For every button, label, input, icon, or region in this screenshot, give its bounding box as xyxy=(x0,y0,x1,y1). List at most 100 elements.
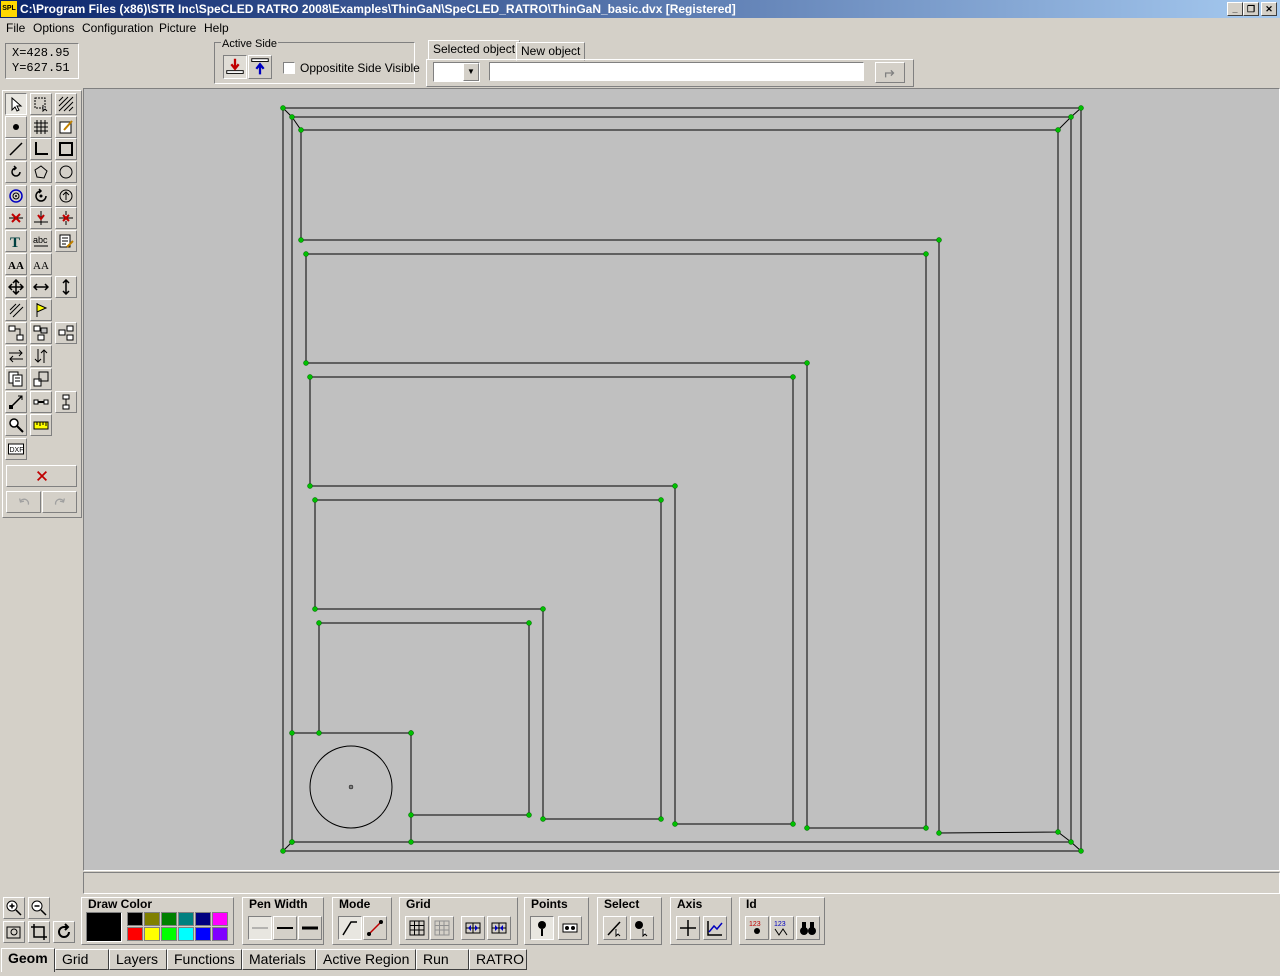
vertex-point[interactable] xyxy=(307,374,313,380)
mode-edit-button[interactable] xyxy=(363,916,387,940)
vertex-point[interactable] xyxy=(658,497,664,503)
vertex-point[interactable] xyxy=(1055,829,1061,835)
vertex-point[interactable] xyxy=(316,620,322,626)
tool-spiral-button[interactable] xyxy=(5,185,27,207)
vertex-point[interactable] xyxy=(923,251,929,257)
zoom-window-button[interactable] xyxy=(28,921,50,943)
vertex-point[interactable] xyxy=(804,825,810,831)
vertex-point[interactable] xyxy=(672,821,678,827)
tool-circle-button[interactable] xyxy=(55,161,77,183)
tool-move-h-button[interactable] xyxy=(30,276,52,298)
select-point-button[interactable] xyxy=(630,916,654,940)
vertex-point[interactable] xyxy=(923,825,929,831)
tab-functions[interactable]: Functions xyxy=(167,949,242,970)
vertex-point[interactable] xyxy=(298,127,304,133)
tab-run[interactable]: Run xyxy=(416,949,469,970)
tool-flip-v-button[interactable] xyxy=(30,345,52,367)
tool-rotate-button[interactable] xyxy=(5,161,27,183)
vertex-point[interactable] xyxy=(408,839,414,845)
vertex-point[interactable] xyxy=(1055,127,1061,133)
color-swatch[interactable] xyxy=(161,927,177,941)
restore-button[interactable]: ❐ xyxy=(1243,2,1259,16)
tool-layer3-button[interactable] xyxy=(55,322,77,344)
vertex-point[interactable] xyxy=(298,237,304,243)
mode-draw-button[interactable] xyxy=(338,916,362,940)
find-button[interactable] xyxy=(796,916,820,940)
tool-move-button[interactable] xyxy=(5,276,27,298)
close-button[interactable]: ✕ xyxy=(1261,2,1277,16)
vertex-point[interactable] xyxy=(526,620,532,626)
tool-edit-button[interactable] xyxy=(55,116,77,138)
vertex-point[interactable] xyxy=(526,812,532,818)
tool-split-button[interactable] xyxy=(30,207,52,229)
grid-show-button[interactable] xyxy=(405,916,429,940)
tool-text-button[interactable]: T xyxy=(5,230,27,252)
vertex-point[interactable] xyxy=(289,839,295,845)
tool-move-v-button[interactable] xyxy=(55,276,77,298)
color-swatch[interactable] xyxy=(195,927,211,941)
circle-center-point[interactable] xyxy=(348,784,354,790)
vertex-point[interactable] xyxy=(280,105,286,111)
menu-file[interactable]: File xyxy=(6,21,25,35)
tool-grid-button[interactable] xyxy=(30,116,52,138)
color-swatch[interactable] xyxy=(195,912,211,926)
tool-dxf-button[interactable]: DXF xyxy=(5,438,27,460)
grid-expand-button[interactable] xyxy=(461,916,485,940)
drawing-canvas[interactable] xyxy=(83,88,1280,871)
tool-rotate2-button[interactable] xyxy=(30,185,52,207)
region-outline[interactable] xyxy=(300,129,1059,834)
vertex-point[interactable] xyxy=(1068,839,1074,845)
tool-flag-button[interactable] xyxy=(30,299,52,321)
tool-scale-button[interactable] xyxy=(30,368,52,390)
axis-cross-button[interactable] xyxy=(676,916,700,940)
vertex-point[interactable] xyxy=(1068,114,1074,120)
points-merge-button[interactable] xyxy=(558,916,582,940)
color-swatch[interactable] xyxy=(144,927,160,941)
tool-layer-button[interactable] xyxy=(5,322,27,344)
vertex-point[interactable] xyxy=(316,730,322,736)
color-swatch[interactable] xyxy=(178,912,194,926)
tool-cross-button[interactable] xyxy=(5,207,27,229)
region-outline[interactable] xyxy=(309,376,794,825)
grid-fine-button[interactable] xyxy=(430,916,454,940)
color-swatch[interactable] xyxy=(161,912,177,926)
tool-polygon-button[interactable] xyxy=(30,161,52,183)
tab-active-region[interactable]: Active Region xyxy=(316,949,416,970)
opposite-side-checkbox[interactable] xyxy=(283,62,295,74)
select-line-button[interactable] xyxy=(603,916,627,940)
vertex-point[interactable] xyxy=(312,497,318,503)
vertex-point[interactable] xyxy=(790,374,796,380)
geometry-drawing[interactable] xyxy=(84,89,1279,870)
tool-copy-button[interactable] xyxy=(5,368,27,390)
color-swatch[interactable] xyxy=(178,927,194,941)
region-outline[interactable] xyxy=(305,253,927,829)
redo-button[interactable] xyxy=(42,491,77,513)
current-color-swatch[interactable] xyxy=(86,912,122,942)
tab-geom[interactable]: Geom xyxy=(1,948,55,972)
menu-options[interactable]: Options xyxy=(33,21,74,35)
tool-ruler-button[interactable] xyxy=(30,414,52,436)
vertex-point[interactable] xyxy=(658,816,664,822)
tool-delete-button[interactable] xyxy=(55,207,77,229)
id-lines-button[interactable]: 123 xyxy=(770,916,794,940)
menu-configuration[interactable]: Configuration xyxy=(82,21,153,35)
tab-selected-object[interactable]: Selected object xyxy=(428,40,521,60)
tool-tree-button[interactable] xyxy=(55,391,77,413)
vertex-point[interactable] xyxy=(307,483,313,489)
vertex-point[interactable] xyxy=(312,606,318,612)
undo-button[interactable] xyxy=(6,491,41,513)
grid-shrink-button[interactable] xyxy=(487,916,511,940)
axis-graph-button[interactable] xyxy=(703,916,727,940)
active-side-up-button[interactable] xyxy=(248,55,272,79)
vertex-point[interactable] xyxy=(540,816,546,822)
vertex-point[interactable] xyxy=(790,821,796,827)
color-swatch[interactable] xyxy=(212,912,228,926)
tab-grid[interactable]: Grid xyxy=(55,949,109,970)
vertex-point[interactable] xyxy=(672,483,678,489)
object-name-input[interactable] xyxy=(489,62,864,81)
apply-button[interactable] xyxy=(875,62,905,83)
chevron-down-icon[interactable]: ▼ xyxy=(463,63,479,81)
menu-picture[interactable]: Picture xyxy=(159,21,196,35)
tool-flip-h-button[interactable] xyxy=(5,345,27,367)
tool-cycle-button[interactable] xyxy=(55,185,77,207)
